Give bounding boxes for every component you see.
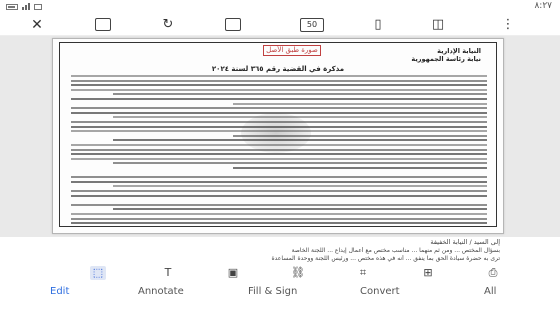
scanned-text-line	[71, 79, 487, 82]
header-line-1: النيابة الإدارية	[437, 47, 481, 55]
scanned-text-line	[113, 139, 487, 142]
document-canvas[interactable]: صورة طبق الأصل النيابة الإدارية نيابة رئ…	[0, 36, 560, 237]
scanned-text-line	[71, 130, 487, 133]
document-page[interactable]: صورة طبق الأصل النيابة الإدارية نيابة رئ…	[52, 38, 504, 234]
scanned-text-line	[233, 134, 487, 137]
redo-icon[interactable]: ↻	[160, 17, 176, 33]
more-icon[interactable]: ⋮	[500, 17, 516, 33]
scanned-text-line	[71, 88, 487, 91]
scanned-text-line	[71, 213, 487, 215]
note-line: ترى به حضرة سيادة الحق بما ينفق ... أنه …	[271, 255, 500, 262]
wifi-icon	[34, 3, 42, 10]
scanned-text-line	[71, 157, 487, 160]
scanned-text-line	[113, 185, 487, 188]
header-line-2: نيابة رئاسة الجمهورية	[411, 55, 481, 63]
scanned-text-line	[113, 93, 487, 96]
scanned-text-line	[233, 167, 487, 169]
system-icons	[6, 3, 42, 10]
scanned-text-line	[71, 121, 487, 123]
scanned-text-line	[71, 222, 487, 225]
signal-icon	[22, 3, 30, 10]
scanned-text-line	[113, 208, 487, 211]
top-toolbar: ✕ ↻ 50 ▯ ◫ ⋮	[0, 14, 560, 36]
scanned-text-line	[233, 102, 487, 105]
scanned-text-line	[71, 203, 487, 206]
note-line: بسؤال المختص ... ومن ثم منهما ... مناسب …	[291, 247, 500, 254]
status-bar: ٨:٢٧	[0, 0, 560, 14]
image-icon[interactable]: ▣	[225, 266, 241, 280]
bookmark-icon[interactable]: ▯	[370, 17, 386, 33]
scanned-text-line	[71, 98, 487, 100]
scanned-text-line	[113, 162, 487, 165]
close-icon[interactable]: ✕	[30, 17, 44, 33]
scanned-text-line	[71, 84, 487, 87]
notes-panel: إلى السيد / النيابة الخفيفة بسؤال المختص…	[0, 237, 560, 264]
crop-icon[interactable]: ⌗	[355, 266, 371, 280]
link-icon[interactable]: ⛓	[290, 266, 306, 280]
add-page-icon[interactable]: ⊞	[420, 266, 436, 280]
scanned-text-line	[71, 176, 487, 179]
scanned-text-line	[71, 153, 487, 156]
sidebar-icon[interactable]	[95, 18, 111, 31]
scanned-text-line	[71, 125, 487, 128]
tab-annotate[interactable]: Annotate	[138, 286, 184, 297]
select-area-icon[interactable]: ⬚	[90, 266, 106, 280]
scanned-text-line	[71, 75, 487, 77]
tab-convert[interactable]: Convert	[360, 286, 400, 297]
scanned-text-line	[71, 144, 487, 146]
view-icon[interactable]: ◫	[430, 17, 446, 33]
memo-title: مذكرة في القضية رقم ٣٦٥ لسنة ٢٠٢٤	[211, 65, 345, 73]
scanned-text-line	[71, 180, 487, 183]
tab-edit[interactable]: Edit	[50, 286, 69, 297]
tab-fill-sign[interactable]: Fill & Sign	[248, 286, 297, 297]
tab-all[interactable]: All	[484, 286, 496, 297]
pages-icon[interactable]	[225, 18, 241, 31]
edit-subtoolbar: ⬚ T ▣ ⛓ ⌗ ⊞ ⎙	[0, 263, 560, 283]
scanned-text-line	[113, 116, 487, 119]
page-count-button[interactable]: 50	[300, 18, 324, 32]
scanned-text-line	[71, 148, 487, 151]
ocr-icon[interactable]: ⎙	[485, 266, 501, 280]
scanned-text-line	[71, 111, 487, 114]
status-time: ٨:٢٧	[534, 1, 552, 11]
scanned-text-line	[71, 217, 487, 220]
battery-icon	[6, 3, 18, 10]
text-icon[interactable]: T	[160, 266, 176, 280]
bottom-tab-bar: Edit Annotate Fill & Sign Convert All	[0, 283, 560, 315]
watermark-seal	[241, 113, 311, 153]
copy-stamp: صورة طبق الأصل	[263, 45, 321, 56]
scanned-text-line	[71, 107, 487, 110]
scanned-text-line	[71, 190, 487, 192]
note-line: إلى السيد / النيابة الخفيفة	[430, 238, 500, 246]
scanned-text-line	[71, 194, 487, 197]
